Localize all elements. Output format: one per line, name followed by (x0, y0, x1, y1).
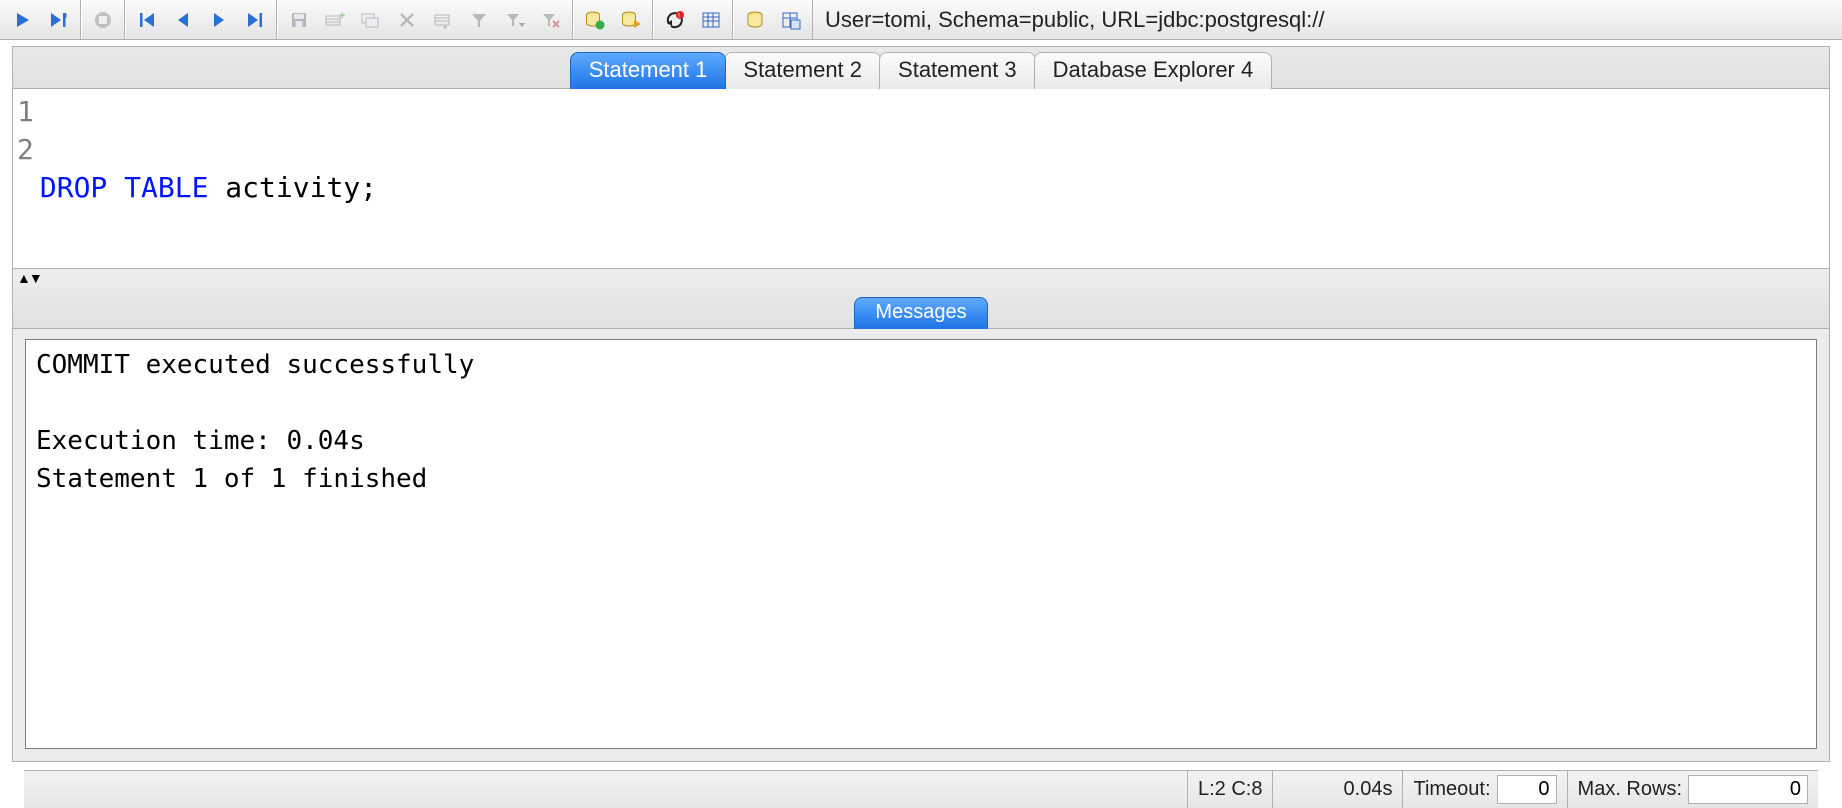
status-timeout: Timeout: (1402, 771, 1566, 808)
insert-row-button[interactable]: + (318, 4, 352, 36)
result-grid-button[interactable] (694, 4, 728, 36)
status-bar: L:2 C:8 0.04s Timeout: Max. Rows: (24, 770, 1818, 808)
last-row-button[interactable] (238, 4, 272, 36)
tab-database-explorer-4[interactable]: Database Explorer 4 (1034, 52, 1273, 89)
toolbar-group-stop (81, 0, 125, 39)
copy-row-button[interactable] (354, 4, 388, 36)
work-area: Statement 1 Statement 2 Statement 3 Data… (0, 40, 1842, 808)
svg-text:I: I (65, 13, 67, 20)
status-cursor: L:2 C:8 (1187, 771, 1272, 808)
sql-editor[interactable]: 1 2 DROP TABLE activity; COMMIT; (13, 89, 1829, 269)
stop-button[interactable] (86, 4, 120, 36)
line-number: 2 (17, 131, 34, 169)
svg-text:+: + (339, 11, 345, 22)
toolbar-group-nav (125, 0, 277, 39)
connection-info: User=tomi, Schema=public, URL=jdbc:postg… (813, 0, 1840, 39)
toolbar-group-run: I (2, 0, 81, 39)
clear-filter-button[interactable] (534, 4, 568, 36)
svg-text:!: ! (678, 13, 680, 20)
status-empty (24, 771, 1187, 808)
toolbar-group-db (573, 0, 653, 39)
toolbar-group-tx: ! (653, 0, 733, 39)
main-toolbar: I + ! User=tomi, Schema=public, URL=jdbc… (0, 0, 1842, 40)
horizontal-splitter[interactable]: ▲▼ (13, 269, 1829, 287)
messages-tabs: Messages (13, 287, 1829, 329)
autocommit-button[interactable]: ! (658, 4, 692, 36)
maxrows-input[interactable] (1688, 775, 1808, 804)
run-current-button[interactable]: I (42, 4, 76, 36)
work-area-inner: Statement 1 Statement 2 Statement 3 Data… (12, 46, 1830, 762)
status-exec-time: 0.04s (1272, 771, 1402, 808)
first-row-button[interactable] (130, 4, 164, 36)
messages-panel: Messages COMMIT executed successfully Ex… (13, 287, 1829, 761)
status-maxrows: Max. Rows: (1567, 771, 1818, 808)
next-row-button[interactable] (202, 4, 236, 36)
status-maxrows-label: Max. Rows: (1578, 778, 1682, 801)
code-line: DROP TABLE activity; (40, 169, 377, 207)
toolbar-group-edit: + (277, 0, 573, 39)
tab-statement-3[interactable]: Statement 3 (879, 52, 1036, 89)
toolbar-group-explorer (733, 0, 813, 39)
filter-dropdown-button[interactable] (498, 4, 532, 36)
splitter-handle-icon: ▲▼ (17, 270, 41, 286)
prev-row-button[interactable] (166, 4, 200, 36)
db-commit-button[interactable] (578, 4, 612, 36)
editor-code[interactable]: DROP TABLE activity; COMMIT; (36, 89, 385, 268)
tab-statement-1[interactable]: Statement 1 (570, 52, 727, 89)
editor-gutter: 1 2 (13, 89, 36, 268)
db-explorer-button[interactable] (738, 4, 772, 36)
filter-button[interactable] (462, 4, 496, 36)
save-button[interactable] (282, 4, 316, 36)
db-objects-button[interactable] (774, 4, 808, 36)
delete-row-button[interactable] (390, 4, 424, 36)
statement-tabs: Statement 1 Statement 2 Statement 3 Data… (13, 47, 1829, 89)
db-rollback-button[interactable] (614, 4, 648, 36)
tab-statement-2[interactable]: Statement 2 (724, 52, 881, 89)
bulk-update-button[interactable] (426, 4, 460, 36)
status-timeout-label: Timeout: (1413, 778, 1490, 801)
messages-output[interactable]: COMMIT executed successfully Execution t… (25, 339, 1817, 749)
tab-messages[interactable]: Messages (854, 297, 987, 329)
line-number: 1 (17, 93, 34, 131)
messages-frame: COMMIT executed successfully Execution t… (13, 329, 1829, 761)
run-button[interactable] (6, 4, 40, 36)
timeout-input[interactable] (1497, 775, 1557, 804)
